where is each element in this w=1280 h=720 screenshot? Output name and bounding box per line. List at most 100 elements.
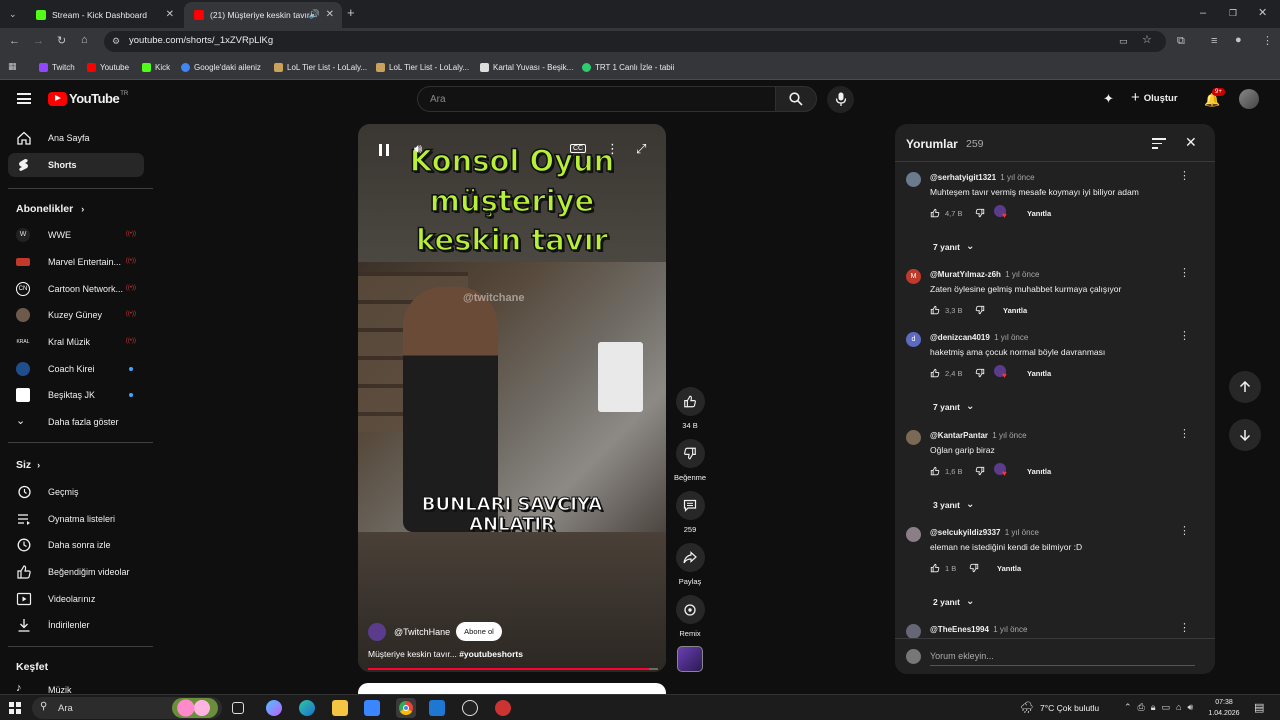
commenter-avatar[interactable] <box>906 527 921 542</box>
comment-more-icon[interactable]: ⋮ <box>1179 171 1190 182</box>
forward-icon[interactable]: → <box>33 36 44 47</box>
view-replies-button[interactable]: 2 yanıt ⌄ <box>933 596 974 607</box>
sparkle-icon[interactable]: ✦ <box>1103 91 1114 107</box>
comment-like-button[interactable]: 1,6 B <box>930 466 963 476</box>
comment-more-icon[interactable]: ⋮ <box>1179 429 1190 440</box>
copilot-icon[interactable] <box>266 700 282 716</box>
shorts-video-player[interactable]: @twitchane Konsol Oyun müşteriye keskin … <box>358 124 666 672</box>
reply-button[interactable]: Yanıtla <box>1003 306 1027 315</box>
bookmark-youtube[interactable]: Youtube <box>87 60 129 74</box>
voice-search-button[interactable] <box>827 86 854 113</box>
comment-more-icon[interactable]: ⋮ <box>1179 623 1190 634</box>
video-title[interactable]: Müşteriye keskin tavır... #youtubeshorts <box>368 649 523 659</box>
reading-list-icon[interactable]: ≡ <box>1211 36 1217 47</box>
start-button[interactable] <box>9 702 21 714</box>
reply-button[interactable]: Yanıtla <box>1027 369 1051 378</box>
comment-like-button[interactable]: 2,4 B <box>930 368 963 378</box>
share-button[interactable]: Paylaş <box>673 543 707 586</box>
bookmark-trt1[interactable]: TRT 1 Canlı İzle - tabii <box>582 60 674 74</box>
like-button[interactable]: 34 B <box>673 387 707 430</box>
sidebar-item-watch-later[interactable]: Daha sonra izle <box>8 533 144 557</box>
bookmark-lol-tier-1[interactable]: LoL Tier List - LoLaly... <box>274 60 367 74</box>
restore-icon[interactable]: ❐ <box>1229 8 1237 19</box>
sidebar-item-your-videos[interactable]: Videolarınız <box>8 587 144 611</box>
commenter-avatar[interactable] <box>906 624 921 639</box>
app-icon[interactable] <box>495 700 511 716</box>
reply-button[interactable]: Yanıtla <box>1027 467 1051 476</box>
url-box[interactable]: ⚙ youtube.com/shorts/_1xZVRpLlKg ▭ ☆ <box>104 31 1166 52</box>
sidebar-item-history[interactable]: Geçmiş <box>8 480 144 504</box>
sidebar-item-home[interactable]: Ana Sayfa <box>8 126 144 150</box>
commenter-avatar[interactable] <box>906 172 921 187</box>
close-icon[interactable]: ✕ <box>1185 134 1197 151</box>
sidebar-item-channel[interactable]: KRAL Kral Müzik ((•)) <box>8 330 144 354</box>
subscribe-button[interactable]: Abone ol <box>456 622 502 641</box>
close-window-icon[interactable]: ✕ <box>1258 8 1267 19</box>
channel-name[interactable]: @TwitchHane <box>394 627 450 637</box>
comment-like-button[interactable]: 4,7 B <box>930 208 963 218</box>
comment-more-icon[interactable]: ⋮ <box>1179 268 1190 279</box>
close-tab-icon[interactable]: ✕ <box>166 9 174 20</box>
subscriptions-heading[interactable]: Abonelikler › <box>16 203 84 215</box>
bookmark-kartal-yuvasi[interactable]: Kartal Yuvası - Beşik... <box>480 60 573 74</box>
hamburger-menu-icon[interactable] <box>17 93 31 104</box>
tray-icons[interactable]: ⌃⎙🔒︎▭⌂🔊︎ <box>1124 702 1199 713</box>
comment-like-button[interactable]: 1 B <box>930 563 956 573</box>
tab-youtube-short[interactable]: (21) Müşteriye keskin tavır 🔊 ✕ <box>184 2 342 28</box>
comment-more-icon[interactable]: ⋮ <box>1179 331 1190 342</box>
comment-dislike-icon[interactable] <box>975 305 985 315</box>
channel-avatar[interactable] <box>368 622 386 641</box>
comment-dislike-icon[interactable] <box>975 466 985 476</box>
task-view-icon[interactable] <box>232 702 244 714</box>
bookmark-lol-tier-2[interactable]: LoL Tier List - LoLaly... <box>376 60 469 74</box>
cast-icon[interactable]: ▭ <box>1119 36 1128 47</box>
sidebar-item-shorts[interactable]: Shorts <box>8 153 144 177</box>
comment-dislike-icon[interactable] <box>975 368 985 378</box>
add-comment-input[interactable]: Yorum ekleyin... <box>930 651 994 661</box>
new-tab-button[interactable]: + <box>347 6 355 19</box>
next-short-button[interactable] <box>1229 419 1261 451</box>
fullscreen-icon[interactable]: ⤢ <box>636 141 646 157</box>
comment-author[interactable]: @selcukyildiz9337 1 yıl önce <box>930 528 1039 537</box>
comment-author[interactable]: @denizcan4019 1 yıl önce <box>930 333 1028 342</box>
remix-button[interactable]: Remix <box>673 595 707 638</box>
comment-dislike-icon[interactable] <box>975 208 985 218</box>
dislike-button[interactable]: Beğenme <box>673 439 707 482</box>
sidebar-item-playlists[interactable]: Oynatma listeleri <box>8 507 144 531</box>
profile-icon[interactable]: ● <box>1235 35 1242 46</box>
bookmark-google-family[interactable]: Google'daki aileniz <box>181 60 261 74</box>
obs-icon[interactable] <box>462 700 478 716</box>
progress-bar[interactable] <box>368 668 658 670</box>
comments-button[interactable]: 259 <box>673 491 707 534</box>
more-options-icon[interactable]: ⋮ <box>606 141 619 157</box>
store-icon[interactable] <box>364 700 380 716</box>
tab-search-icon[interactable]: ⌄ <box>9 9 17 20</box>
sidebar-item-channel[interactable]: Beşiktaş JK <box>8 383 144 407</box>
avatar[interactable] <box>1239 89 1259 109</box>
view-replies-button[interactable]: 7 yanıt ⌄ <box>933 401 974 412</box>
comment-author[interactable]: @serhatyigit1321 1 yıl önce <box>930 173 1035 182</box>
url-text[interactable]: youtube.com/shorts/_1xZVRpLlKg <box>129 35 273 46</box>
comment-author[interactable]: @KantarPantar 1 yıl önce <box>930 431 1027 440</box>
reload-icon[interactable]: ↻ <box>57 36 66 47</box>
reply-button[interactable]: Yanıtla <box>1027 209 1051 218</box>
captions-icon[interactable]: CC <box>570 144 587 153</box>
youtube-logo[interactable]: YouTube TR <box>48 91 128 106</box>
comment-like-button[interactable]: 3,3 B <box>930 305 963 315</box>
speaker-icon[interactable]: 🔊 <box>309 9 320 20</box>
apps-grid-icon[interactable]: ▦ <box>8 61 17 72</box>
sidebar-item-channel[interactable]: Kuzey Güney ((•)) <box>8 303 144 327</box>
commenter-avatar[interactable] <box>906 430 921 445</box>
comment-dislike-icon[interactable] <box>969 563 979 573</box>
minimize-icon[interactable]: – <box>1200 8 1206 19</box>
menu-icon[interactable]: ⋮ <box>1262 36 1273 47</box>
site-info-icon[interactable]: ⚙ <box>112 36 120 47</box>
reply-button[interactable]: Yanıtla <box>997 564 1021 573</box>
sidebar-item-channel[interactable]: CN Cartoon Network... ((•)) <box>8 277 144 301</box>
sort-icon[interactable] <box>1152 138 1166 149</box>
file-explorer-icon[interactable] <box>332 700 348 716</box>
bookmark-twitch[interactable]: Twitch <box>39 60 75 74</box>
create-button[interactable]: + Oluştur <box>1131 90 1178 105</box>
comment-more-icon[interactable]: ⋮ <box>1179 526 1190 537</box>
bookmark-star-icon[interactable]: ☆ <box>1142 35 1152 46</box>
